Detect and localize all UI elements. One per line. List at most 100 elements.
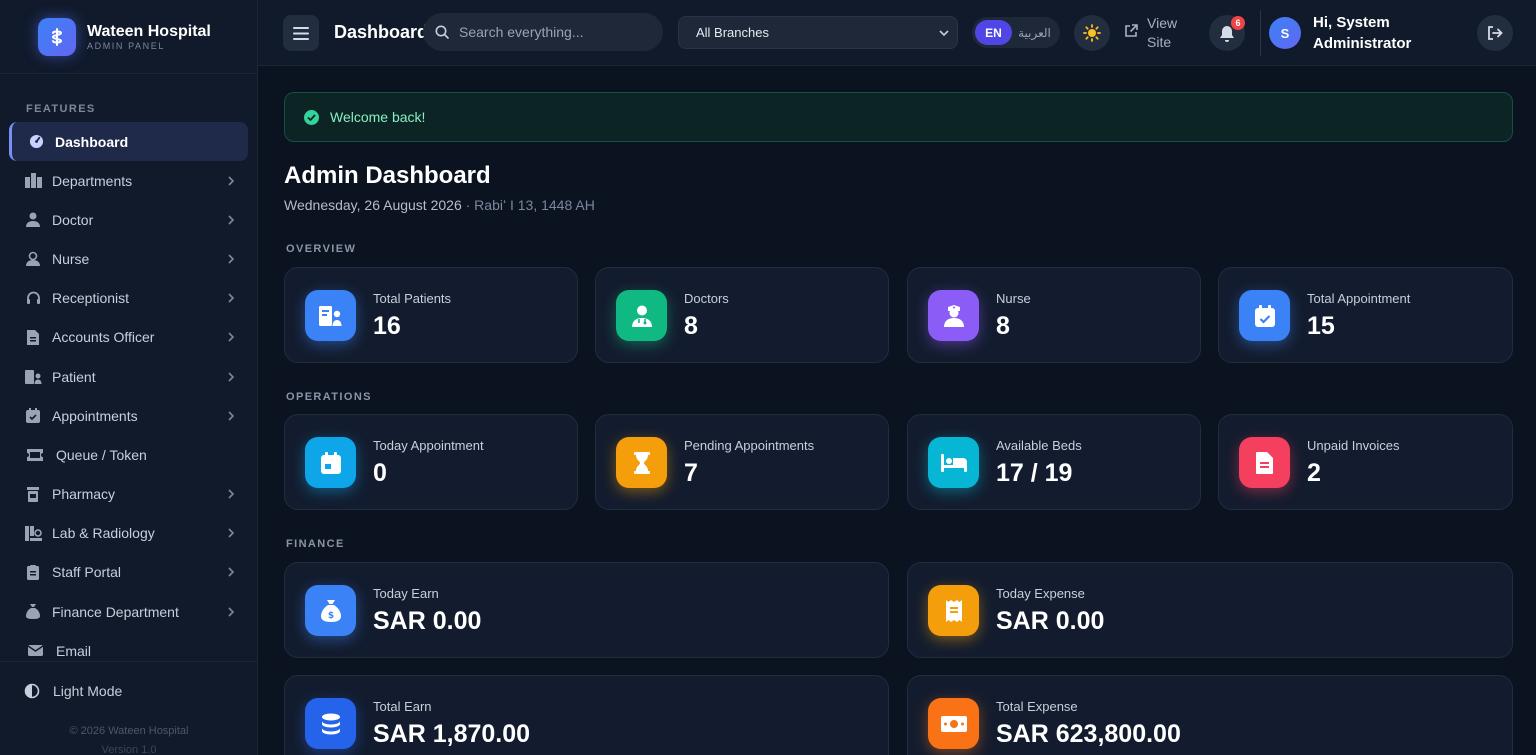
card-label: Today Appointment [373,438,484,453]
card-value: 0 [373,459,387,487]
stat-card-total-patients[interactable]: Total Patients 16 [284,267,578,363]
microscope-icon [24,524,42,542]
sidebar-item-doctor[interactable]: Doctor [0,200,258,239]
brand-subtitle: ADMIN PANEL [87,40,165,51]
chevron-right-icon [228,254,235,264]
card-value: 8 [684,312,698,340]
sidebar-item-label: Appointments [52,407,138,424]
prescription-bottle-icon [24,485,42,503]
sidebar-item-appointments[interactable]: Appointments [0,396,258,435]
sidebar-item-queue-token[interactable]: Queue / Token [0,435,258,474]
sidebar-item-label: Queue / Token [56,446,147,463]
card-label: Pending Appointments [684,438,815,453]
file-invoice-icon [24,328,42,346]
sidebar-item-dashboard[interactable]: Dashboard [9,122,248,161]
chevron-right-icon [228,293,235,303]
brand[interactable]: Wateen Hospital ADMIN PANEL [0,0,257,74]
chevron-right-icon [228,528,235,538]
sidebar-item-label: Pharmacy [52,486,116,503]
card-value: 7 [684,459,698,487]
card-value: SAR 623,800.00 [996,720,1181,748]
sidebar-item-label: Doctor [52,211,94,228]
stat-card-today-expense[interactable]: Today Expense SAR 0.00 [907,562,1513,658]
stat-card-total-earn[interactable]: Total Earn SAR 1,870.00 [284,675,889,755]
sidebar-item-staff-portal[interactable]: Staff Portal [0,553,258,592]
overview-label: OVERVIEW [286,243,357,255]
sidebar-item-label: Staff Portal [52,564,122,581]
gauge-icon [27,133,45,151]
stat-card-today-appointment[interactable]: Today Appointment 0 [284,414,578,510]
calendar-check-icon [24,407,42,425]
theme-toggle-button[interactable] [1074,15,1110,51]
envelope-icon [26,642,44,660]
notifications-button[interactable]: 6 [1209,15,1245,51]
nurse-icon [928,290,979,341]
chevron-right-icon [228,332,235,342]
calendar-day-icon [305,437,356,488]
card-label: Total Expense [996,699,1078,714]
view-site-link[interactable]: View Site [1124,14,1177,52]
half-circle-icon [24,683,40,699]
search-input[interactable] [459,24,649,40]
money-bag-icon: $ [305,585,356,636]
sidebar-item-departments[interactable]: Departments [0,161,258,200]
stat-card-total-expense[interactable]: Total Expense SAR 623,800.00 [907,675,1513,755]
sidebar-item-patient[interactable]: Patient [0,357,258,396]
stat-card-today-earn[interactable]: $ Today Earn SAR 0.00 [284,562,889,658]
card-value: SAR 0.00 [373,607,482,635]
page-name: Dashboard [334,22,429,42]
card-value: 2 [1307,459,1321,487]
lang-en-button[interactable]: EN [975,20,1012,45]
card-label: Total Patients [373,291,452,306]
greeting-line1: Hi, System [1313,14,1390,31]
card-value: 8 [996,312,1010,340]
welcome-alert: Welcome back! [284,92,1513,142]
sidebar-item-pharmacy[interactable]: Pharmacy [0,475,258,514]
menu-toggle-button[interactable] [283,15,319,51]
nurse-icon [24,250,42,268]
sidebar-item-label: Patient [52,368,96,385]
money-bag-icon [24,603,42,621]
branch-select[interactable]: All Branches [678,16,958,49]
stat-card-total-appointment[interactable]: Total Appointment 15 [1218,267,1513,363]
ticket-icon [26,446,44,464]
lang-ar-button[interactable]: العربية [1012,26,1057,40]
sidebar-item-label: Accounts Officer [52,329,155,346]
card-label: Nurse [996,291,1031,306]
doctor-icon [24,211,42,229]
sidebar-item-finance-department[interactable]: Finance Department [0,592,258,631]
stat-card-available-beds[interactable]: Available Beds 17 / 19 [907,414,1201,510]
hourglass-icon [616,437,667,488]
coins-icon [305,698,356,749]
gregorian-date: Wednesday, 26 August 2026 [284,197,462,213]
card-label: Total Appointment [1307,291,1411,306]
hospital-logo-icon [38,17,76,56]
view-site-line2: Site [1147,34,1172,50]
logout-button[interactable] [1477,15,1513,51]
stat-card-doctors[interactable]: Doctors 8 [595,267,889,363]
check-circle-icon [304,109,319,125]
greeting-line2: Administrator [1313,35,1412,52]
hamburger-icon [293,26,309,40]
stat-card-unpaid-invoices[interactable]: Unpaid Invoices 2 [1218,414,1513,510]
alert-text: Welcome back! [330,109,426,125]
sidebar-item-nurse[interactable]: Nurse [0,239,258,278]
page-title: Admin Dashboard [284,162,491,189]
chevron-right-icon [228,607,235,617]
user-greeting[interactable]: Hi, System Administrator [1313,12,1443,54]
sidebar-item-label: Lab & Radiology [52,525,155,542]
light-mode-toggle[interactable]: Light Mode [24,683,122,699]
card-label: Total Earn [373,699,432,714]
sidebar-item-accounts-officer[interactable]: Accounts Officer [0,318,258,357]
card-label: Unpaid Invoices [1307,438,1400,453]
building-icon [24,172,42,190]
search-box[interactable] [423,13,663,51]
sidebar-footer: Light Mode © 2026 Wateen Hospital Versio… [0,661,258,755]
doctor-icon [616,290,667,341]
stat-card-nurse[interactable]: Nurse 8 [907,267,1201,363]
avatar[interactable]: S [1269,17,1301,49]
stat-card-pending-appointments[interactable]: Pending Appointments 7 [595,414,889,510]
chevron-down-icon [939,30,949,37]
sidebar-item-receptionist[interactable]: Receptionist [0,279,258,318]
sidebar-item-lab-radiology[interactable]: Lab & Radiology [0,514,258,553]
